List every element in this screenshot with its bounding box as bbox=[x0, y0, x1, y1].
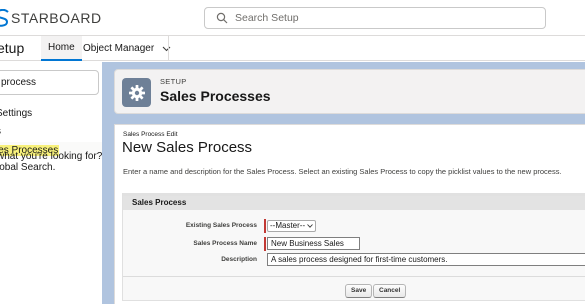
help-line-2: lobal Search. bbox=[0, 162, 56, 173]
process-name-label: Sales Process Name bbox=[193, 240, 257, 247]
required-indicator bbox=[264, 219, 266, 233]
save-button[interactable]: Save bbox=[345, 284, 373, 298]
search-setup-box[interactable] bbox=[204, 7, 546, 29]
global-header: STARBOARD bbox=[0, 0, 585, 36]
setup-eyebrow: SETUP bbox=[160, 77, 187, 86]
existing-process-label: Existing Sales Process bbox=[185, 222, 257, 229]
brand-name: STARBOARD bbox=[11, 10, 102, 26]
required-indicator bbox=[264, 237, 266, 251]
search-input[interactable] bbox=[235, 12, 535, 24]
existing-process-select[interactable]: --Master-- bbox=[267, 220, 317, 232]
description-row: Description A sales process designed for… bbox=[123, 253, 585, 269]
sidebar-help-text: what you're looking for? lobal Search. bbox=[0, 151, 105, 173]
app-name: etup bbox=[0, 40, 25, 56]
gear-icon bbox=[122, 78, 151, 107]
page-title: Sales Processes bbox=[160, 88, 271, 104]
chevron-down-icon bbox=[307, 224, 313, 228]
tab-home-label: Home bbox=[48, 42, 75, 53]
main-content: Sales Process Edit New Sales Process Ent… bbox=[114, 124, 585, 304]
sales-process-form: Sales Process Existing Sales Process --M… bbox=[122, 193, 585, 301]
logo-icon bbox=[0, 9, 10, 27]
tab-object-manager[interactable]: Object Manager bbox=[76, 36, 178, 61]
description-label: Description bbox=[221, 256, 257, 263]
quick-find-input[interactable]: process bbox=[0, 70, 99, 95]
setup-header-card: SETUP Sales Processes bbox=[114, 69, 585, 114]
process-name-input[interactable]: New Business Sales bbox=[267, 237, 360, 250]
chevron-down-icon bbox=[162, 46, 171, 51]
cancel-button[interactable]: Cancel bbox=[373, 284, 407, 298]
tab-object-manager-label: Object Manager bbox=[83, 43, 155, 54]
existing-process-value: --Master-- bbox=[270, 221, 306, 230]
edit-description: Enter a name and description for the Sal… bbox=[123, 167, 562, 176]
description-input[interactable]: A sales process designed for first-time … bbox=[267, 253, 585, 266]
app-nav-bar: etup Home Object Manager bbox=[0, 36, 585, 61]
sidebar-item-settings[interactable]: Settings bbox=[0, 108, 32, 119]
search-icon bbox=[216, 12, 228, 24]
sidebar-item-truncated[interactable]: s bbox=[0, 126, 1, 137]
section-title: Sales Process bbox=[132, 198, 187, 207]
process-name-row: Sales Process Name New Business Sales bbox=[123, 237, 585, 253]
existing-process-row: Existing Sales Process --Master-- bbox=[123, 219, 585, 235]
brand-logo[interactable]: STARBOARD bbox=[0, 8, 102, 28]
section-header: Sales Process bbox=[123, 196, 585, 210]
edit-title: New Sales Process bbox=[122, 139, 253, 156]
setup-sidebar: process Settings s les Processes what yo… bbox=[0, 62, 102, 304]
button-divider bbox=[123, 276, 585, 277]
help-line-1: what you're looking for? bbox=[0, 151, 103, 162]
edit-eyebrow: Sales Process Edit bbox=[123, 131, 178, 138]
nav-divider bbox=[168, 36, 169, 61]
